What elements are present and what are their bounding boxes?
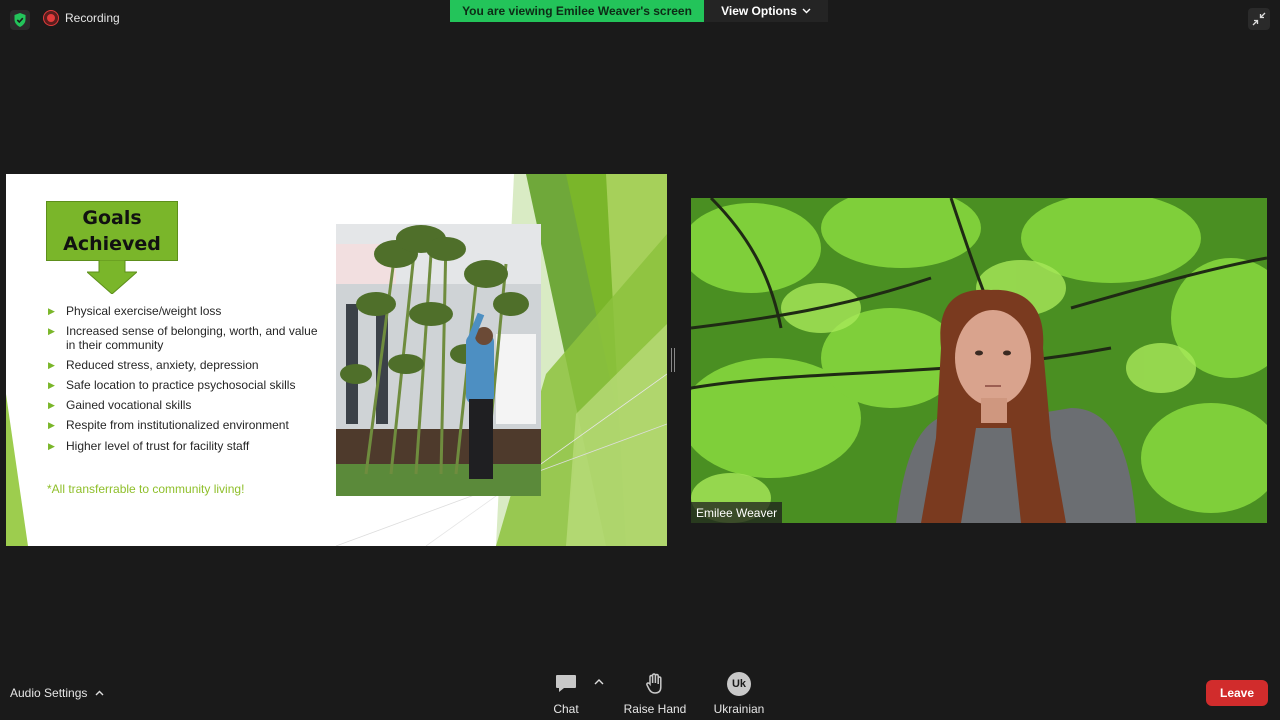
sunflower-garden-photo: [336, 224, 541, 496]
chevron-down-icon: [802, 8, 811, 14]
bullet-item: ▶ Increased sense of belonging, worth, an…: [48, 324, 318, 352]
view-options-label: View Options: [721, 4, 797, 18]
audio-settings-button[interactable]: Audio Settings: [10, 686, 104, 700]
down-arrow-icon: [87, 260, 137, 294]
goals-bullet-list: ▶ Physical exercise/weight loss ▶ Increase…: [48, 304, 328, 460]
chat-label: Chat: [553, 702, 579, 716]
bullet-arrow-icon: ▶: [48, 400, 55, 411]
bullet-item: ▶ Gained vocational skills: [48, 398, 192, 413]
bullet-arrow-icon: ▶: [48, 440, 55, 451]
language-label: Ukrainian: [713, 702, 765, 716]
participant-name-tag: Emilee Weaver: [691, 502, 783, 523]
chat-button[interactable]: Chat: [551, 672, 581, 716]
bullet-item: ▶ Safe location to practice psychosocial …: [48, 378, 296, 393]
bullet-arrow-icon: ▶: [48, 359, 55, 370]
view-options-button[interactable]: View Options: [704, 0, 828, 22]
leave-button[interactable]: Leave: [1206, 680, 1268, 706]
bullet-item: ▶ Respite from institutionalized environm…: [48, 418, 289, 433]
security-shield-icon[interactable]: [10, 10, 30, 30]
bullet-arrow-icon: ▶: [48, 326, 55, 337]
participant-video[interactable]: Emilee Weaver: [691, 198, 1267, 523]
screen-share-banner: You are viewing Emilee Weaver's screen: [450, 0, 704, 22]
audio-settings-label: Audio Settings: [10, 686, 88, 700]
recording-label: Recording: [65, 11, 120, 25]
bullet-item: ▶ Physical exercise/weight loss: [48, 304, 222, 318]
recording-indicator[interactable]: Recording: [44, 11, 120, 25]
raise-hand-button[interactable]: Raise Hand: [622, 672, 688, 716]
slide-footnote: *All transferrable to community living!: [47, 482, 245, 496]
chevron-up-icon: [95, 690, 104, 696]
bullet-item: ▶ Higher level of trust for facility staf…: [48, 438, 250, 453]
hand-icon: [646, 672, 664, 696]
bullet-item: ▶ Reduced stress, anxiety, depression: [48, 357, 259, 372]
chat-bubble-icon: [555, 672, 577, 696]
language-interpretation-button[interactable]: Uk Ukrainian: [710, 672, 768, 716]
shared-screen-slide: Goals Achieved ▶ Physical exercise/weight…: [6, 174, 667, 546]
bullet-arrow-icon: ▶: [48, 420, 55, 431]
exit-fullscreen-icon: [1252, 12, 1266, 26]
language-badge-icon: Uk: [727, 672, 751, 696]
slide-title: Goals Achieved: [63, 207, 161, 255]
bullet-arrow-icon: ▶: [48, 380, 55, 391]
panel-resize-handle[interactable]: [671, 348, 675, 372]
chat-options-chevron-icon[interactable]: [593, 676, 605, 688]
bullet-arrow-icon: ▶: [48, 306, 55, 316]
record-icon: [44, 11, 58, 25]
raise-hand-label: Raise Hand: [623, 702, 687, 716]
exit-fullscreen-button[interactable]: [1248, 8, 1270, 30]
goals-title-box: Goals Achieved: [46, 201, 178, 261]
